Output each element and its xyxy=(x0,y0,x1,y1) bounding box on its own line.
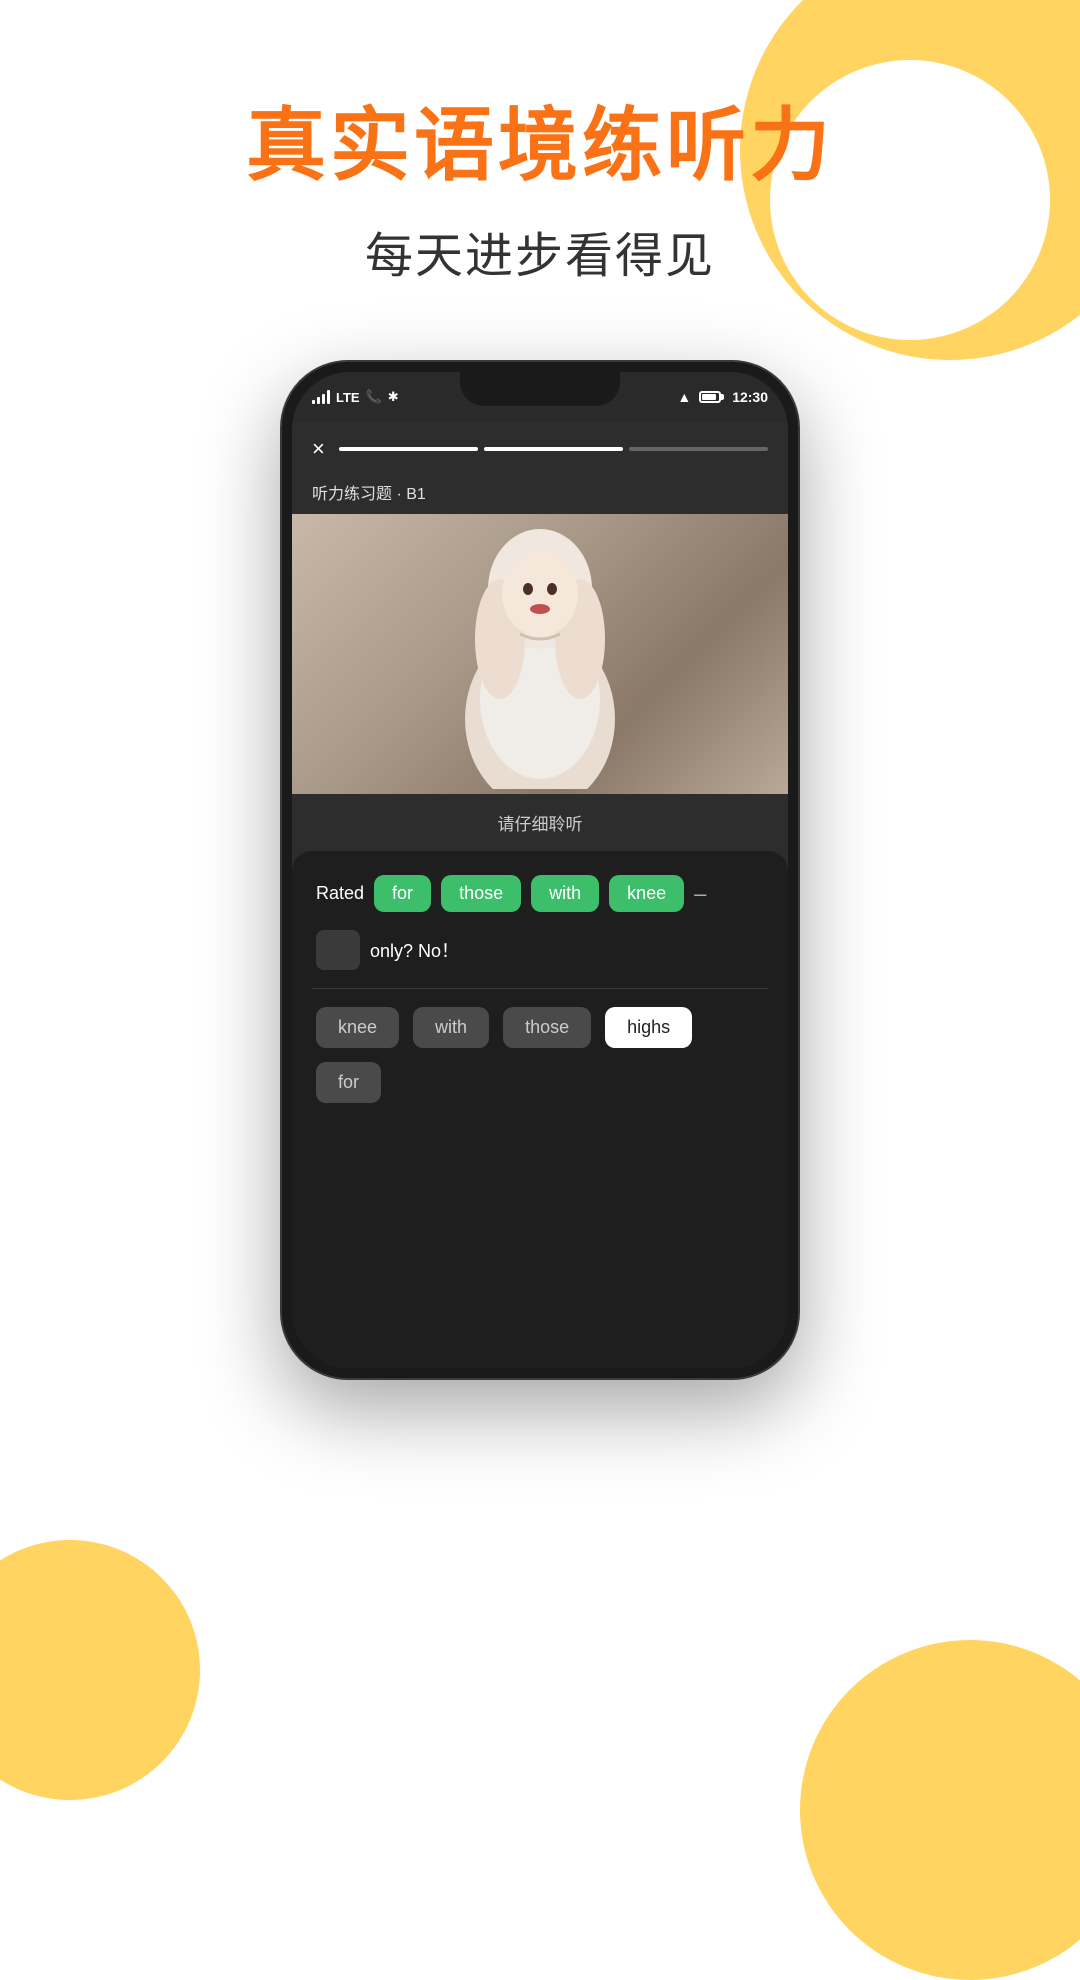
sub-title: 每天进步看得见 xyxy=(0,216,1080,286)
options-divider xyxy=(312,988,768,989)
main-title: 真实语境练听力 xyxy=(0,100,1080,192)
wifi-icon: ▲ xyxy=(677,389,691,405)
exercise-label: 听力练习题 · B1 xyxy=(292,476,788,514)
answer-area: Rated for those with knee – only? No！ xyxy=(292,851,788,1368)
option-for[interactable]: for xyxy=(316,1062,381,1103)
signal-icon xyxy=(312,390,330,404)
phone-inner: LTE 📞 ✱ ▲ 12:30 xyxy=(292,372,788,1368)
video-character xyxy=(292,514,788,794)
selected-word-with[interactable]: with xyxy=(531,875,599,912)
character-svg xyxy=(440,519,640,789)
time-display: 12:30 xyxy=(732,389,768,405)
video-area[interactable] xyxy=(292,514,788,794)
progress-bar xyxy=(339,447,768,451)
decorative-circle-bottom-right xyxy=(800,1640,1080,1980)
selected-word-knee[interactable]: knee xyxy=(609,875,684,912)
selected-word-those[interactable]: those xyxy=(441,875,521,912)
call-icon: 📞 xyxy=(366,389,382,405)
progress-seg-2 xyxy=(484,447,623,451)
bluetooth-icon: ✱ xyxy=(388,389,399,405)
sentence-row-2: only? No！ xyxy=(312,930,768,970)
option-those[interactable]: those xyxy=(503,1007,591,1048)
progress-seg-1 xyxy=(339,447,478,451)
decorative-circle-bottom-left xyxy=(0,1540,200,1800)
lte-label: LTE xyxy=(336,390,360,405)
sentence-suffix: only? No！ xyxy=(370,937,459,963)
phone-mockup: LTE 📞 ✱ ▲ 12:30 xyxy=(280,360,800,1380)
sentence-row: Rated for those with knee – xyxy=(312,875,768,912)
dash-symbol: – xyxy=(694,881,706,907)
screen-content: × 听力练习题 · B1 xyxy=(292,422,788,1368)
phone-notch xyxy=(460,372,620,406)
selected-word-for[interactable]: for xyxy=(374,875,431,912)
top-bar: × xyxy=(292,422,788,476)
status-right: ▲ 12:30 xyxy=(677,389,768,405)
close-button[interactable]: × xyxy=(312,436,325,462)
option-with[interactable]: with xyxy=(413,1007,489,1048)
option-highs[interactable]: highs xyxy=(605,1007,692,1048)
status-left: LTE 📞 ✱ xyxy=(312,389,399,405)
progress-seg-3 xyxy=(629,447,768,451)
option-knee[interactable]: knee xyxy=(316,1007,399,1048)
options-row: knee with those highs for xyxy=(312,1007,768,1103)
header-area: 真实语境练听力 每天进步看得见 xyxy=(0,100,1080,286)
sentence-prefix: Rated xyxy=(316,883,364,904)
phone-outer: LTE 📞 ✱ ▲ 12:30 xyxy=(280,360,800,1380)
blank-slot[interactable] xyxy=(316,930,360,970)
listen-instruction: 请仔细聆听 xyxy=(292,794,788,851)
battery-icon xyxy=(699,391,724,403)
